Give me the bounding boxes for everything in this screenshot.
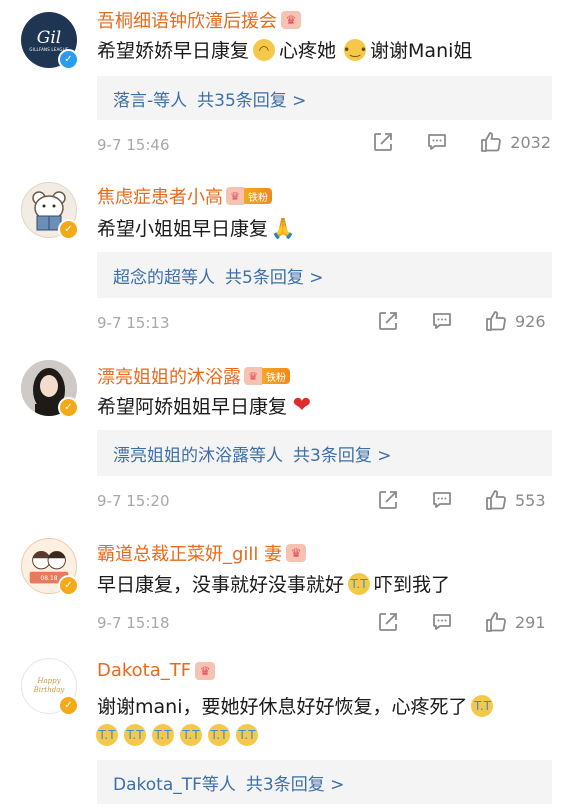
crying-face-icon: T.T xyxy=(180,724,202,746)
timestamp: 9-7 15:13 xyxy=(97,314,170,332)
repost-icon[interactable] xyxy=(377,489,399,511)
username-text: 霸道总裁正菜妍_gill 妻 xyxy=(97,544,283,565)
emoji-row: T.T T.T T.T T.T T.T T.T xyxy=(93,724,261,746)
avatar[interactable]: 08.18 ✓ xyxy=(21,538,79,596)
like-count: 553 xyxy=(515,490,546,510)
reply-users: 超念的超等人 xyxy=(113,267,215,288)
fan-badge-label: 铁粉 xyxy=(244,188,272,204)
comment-text: 谢谢mani，要她好休息好好恢复，心疼死了 T.T xyxy=(97,692,497,719)
comment-item: 08.18 ✓ 霸道总裁正菜妍_gill 妻 ♛ 早日康复，没事就好没事就好 T… xyxy=(0,528,571,646)
comment-text: 希望阿娇姐姐早日康复 ❤ xyxy=(97,392,317,419)
comment-text-part: 吓到我了 xyxy=(374,574,451,596)
timestamp: 9-7 15:18 xyxy=(97,614,170,632)
comment-item: ✓ 漂亮姐姐的沐浴露 ♛ 铁粉 希望阿娇姐姐早日康复 ❤ 漂亮姐姐的沐浴露等人 … xyxy=(0,350,571,528)
username[interactable]: 漂亮姐姐的沐浴露 ♛ 铁粉 xyxy=(97,363,290,389)
repost-icon[interactable] xyxy=(377,310,399,332)
repost-icon[interactable] xyxy=(377,611,399,633)
comment-item: ✓ 焦虑症患者小高 ♛ 铁粉 希望小姐姐早日康复 🙏 超念的超等人 共5条回复 … xyxy=(0,170,571,350)
verified-badge-icon: ✓ xyxy=(58,575,79,596)
username-text: 漂亮姐姐的沐浴露 xyxy=(97,367,241,388)
reply-count: 共35条回复 > xyxy=(197,90,307,111)
thumbs-up-icon[interactable] xyxy=(485,611,507,633)
comment-text-part: 心疼她 xyxy=(279,40,337,62)
username[interactable]: 焦虑症患者小高 ♛ 铁粉 xyxy=(97,183,272,209)
username[interactable]: 霸道总裁正菜妍_gill 妻 ♛ xyxy=(97,540,307,566)
reply-summary-link[interactable]: 落言-等人 共35条回复 > xyxy=(97,76,552,120)
avatar[interactable]: Happy Birthday ✓ xyxy=(21,658,79,716)
comment-item: Happy Birthday ✓ Dakota_TF ♛ 谢谢mani，要她好休… xyxy=(0,646,571,808)
pleading-face-icon: •‿• xyxy=(343,38,367,61)
reply-count: 共3条回复 > xyxy=(245,774,345,795)
verified-badge-icon: ✓ xyxy=(58,695,79,716)
heart-icon: ❤ xyxy=(292,393,312,418)
timestamp: 9-7 15:46 xyxy=(97,136,170,154)
fan-badge: ♛ 铁粉 xyxy=(226,187,272,205)
fan-badge-label: 铁粉 xyxy=(262,368,290,384)
comment-text-part: 希望娇娇早日康复 xyxy=(97,40,250,62)
crying-face-icon: T.T xyxy=(152,724,174,746)
timestamp: 9-7 15:20 xyxy=(97,492,170,510)
verified-badge-icon: ✓ xyxy=(58,219,79,240)
repost-icon[interactable] xyxy=(372,131,394,153)
praying-hands-icon: 🙏 xyxy=(270,215,296,240)
like-count: 926 xyxy=(515,311,546,331)
verified-badge-icon: ✓ xyxy=(58,397,79,418)
crying-face-icon: T.T xyxy=(124,724,146,746)
avatar-logo-text: Gil xyxy=(36,27,62,48)
comment-text-part: 谢谢mani，要她好休息好好恢复，心疼死了 xyxy=(97,696,468,718)
comment-item: Gil GILLFANS LEAGUE ✓ 吾桐细语钟欣潼后援会 ♛ 希望娇娇早… xyxy=(0,0,571,170)
avatar[interactable]: ✓ xyxy=(21,360,79,418)
comment-text-part: 谢谢Mani姐 xyxy=(370,40,473,62)
crying-face-icon: T.T xyxy=(471,694,494,717)
crown-icon: ♛ xyxy=(195,661,216,680)
crown-icon: ♛ xyxy=(281,11,301,29)
username[interactable]: Dakota_TF ♛ xyxy=(97,660,216,681)
comment-text: 希望娇娇早日康复 ◠ 心疼她 •‿• 谢谢Mani姐 xyxy=(97,36,472,63)
crying-face-icon: T.T xyxy=(96,724,118,746)
crying-face-icon: T.T xyxy=(236,724,258,746)
avatar-greeting-text: Happy Birthday xyxy=(33,677,65,694)
comment-text-part: 早日康复，没事就好没事就好 xyxy=(97,574,345,596)
username-text: 吾桐细语钟欣潼后援会 xyxy=(97,11,277,32)
action-bar: 553 xyxy=(345,489,551,511)
avatar[interactable]: ✓ xyxy=(21,182,79,240)
reply-users: Dakota_TF等人 xyxy=(113,774,236,795)
reply-summary-link[interactable]: 超念的超等人 共5条回复 > xyxy=(97,252,552,298)
like-count: 291 xyxy=(515,612,546,632)
thumbs-up-icon[interactable] xyxy=(485,489,507,511)
avatar[interactable]: Gil GILLFANS LEAGUE ✓ xyxy=(21,12,79,70)
like-count: 2032 xyxy=(510,132,551,152)
verified-badge-icon: ✓ xyxy=(58,49,79,70)
username-text: 焦虑症患者小高 xyxy=(97,187,223,208)
reply-count: 共3条回复 > xyxy=(293,445,392,466)
action-bar: 926 xyxy=(345,310,551,332)
comment-text: 早日康复，没事就好没事就好 T.T 吓到我了 xyxy=(97,570,450,597)
thumbs-up-icon[interactable] xyxy=(480,131,502,153)
reply-summary-link[interactable]: Dakota_TF等人 共3条回复 > xyxy=(97,760,552,804)
fan-badge: ♛ 铁粉 xyxy=(244,367,290,385)
crown-icon: ♛ xyxy=(286,544,307,562)
reply-summary-link[interactable]: 漂亮姐姐的沐浴露等人 共3条回复 > xyxy=(97,430,552,476)
worried-face-icon: ◠ xyxy=(253,38,276,61)
comment-icon[interactable] xyxy=(431,611,453,633)
crying-face-icon: T.T xyxy=(348,572,371,595)
comment-icon[interactable] xyxy=(431,489,453,511)
action-bar: 291 xyxy=(345,611,551,633)
crying-face-icon: T.T xyxy=(208,724,230,746)
reply-users: 落言-等人 xyxy=(113,90,188,111)
reply-users: 漂亮姐姐的沐浴露等人 xyxy=(113,445,283,466)
username-text: Dakota_TF xyxy=(97,660,192,681)
comment-icon[interactable] xyxy=(431,310,453,332)
comment-icon[interactable] xyxy=(426,131,448,153)
comment-text-part: 希望小姐姐早日康复 xyxy=(97,218,269,240)
crown-icon: ♛ xyxy=(244,367,262,385)
action-bar: 2032 xyxy=(340,131,551,153)
username[interactable]: 吾桐细语钟欣潼后援会 ♛ xyxy=(97,7,301,33)
comment-text: 希望小姐姐早日康复 🙏 xyxy=(97,214,298,241)
thumbs-up-icon[interactable] xyxy=(485,310,507,332)
reply-count: 共5条回复 > xyxy=(225,267,324,288)
comment-text-part: 希望阿娇姐姐早日康复 xyxy=(97,396,288,418)
crown-icon: ♛ xyxy=(226,187,244,205)
